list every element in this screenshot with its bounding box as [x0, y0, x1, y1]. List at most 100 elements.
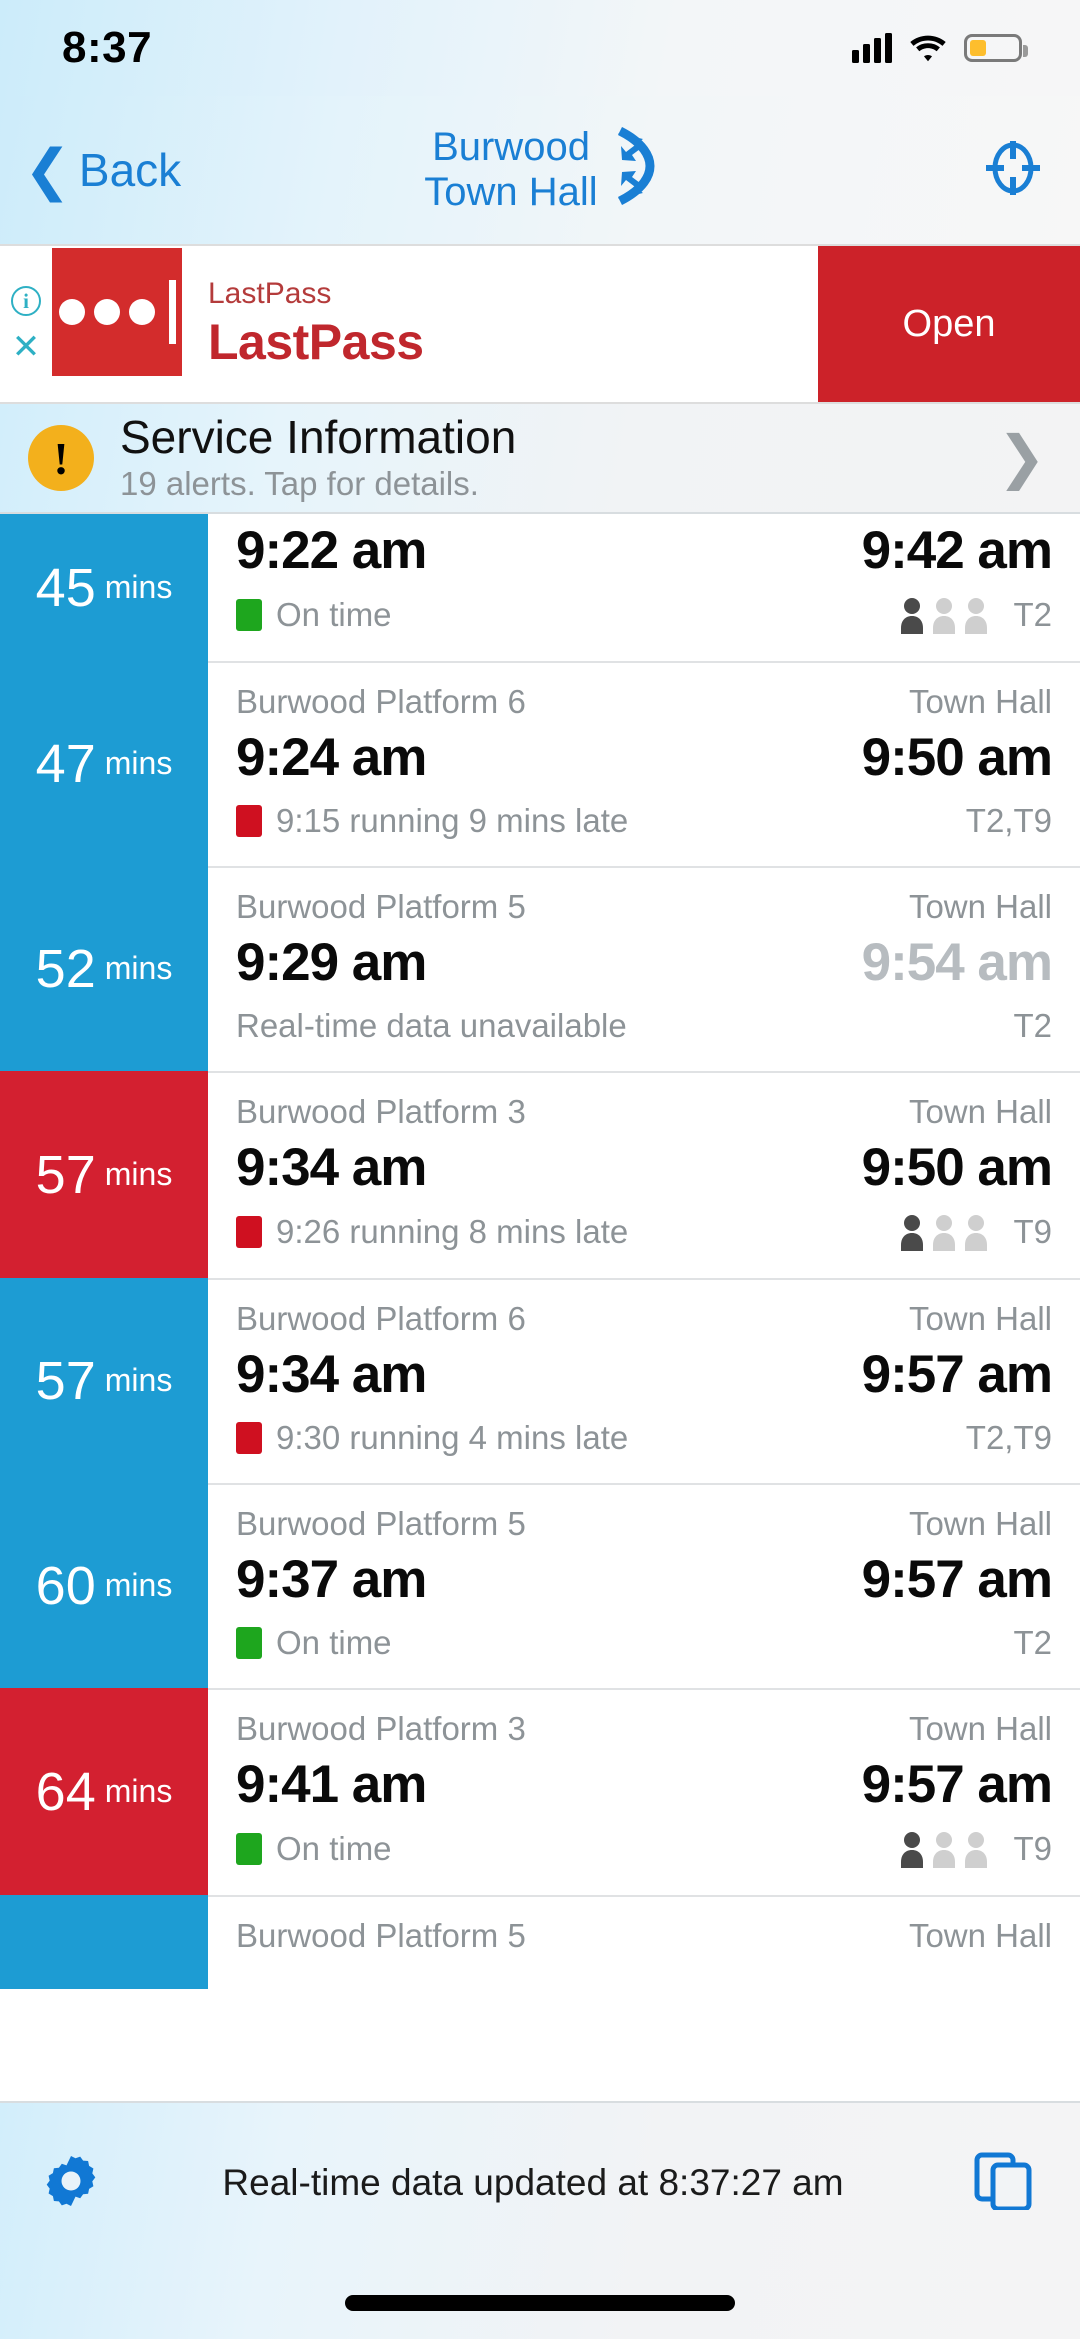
- back-button-label: Back: [78, 144, 182, 196]
- departure-time: 9:24 am: [236, 728, 427, 787]
- status-text: 9:26 running 8 mins late: [276, 1213, 629, 1250]
- countdown-unit: mins: [104, 569, 173, 605]
- duplicate-windows-icon[interactable]: [974, 2152, 1032, 2215]
- status-text-wrap: On time: [236, 1624, 392, 1662]
- departure-row[interactable]: 57 mins Burwood Platform 6 Town Hall 9:34 am…: [0, 1278, 1080, 1483]
- status-text-wrap: 9:26 running 8 mins late: [236, 1213, 628, 1251]
- status-indicator-late: [236, 1422, 262, 1454]
- back-button[interactable]: ❮ Back: [0, 137, 300, 201]
- status-text: On time: [276, 1624, 392, 1661]
- countdown-value: 52: [35, 938, 96, 999]
- countdown-unit: mins: [104, 950, 173, 986]
- time-line: 9:29 am 9:54 am: [236, 926, 1053, 993]
- lines-wrap: T2: [1013, 1624, 1052, 1662]
- origin-platform: Burwood Platform 3: [236, 1093, 526, 1130]
- countdown-badge: 60 mins: [0, 1483, 208, 1688]
- departure-row[interactable]: 60 mins Burwood Platform 5 Town Hall 9:37 am…: [0, 1483, 1080, 1688]
- lines-wrap: T2,T9: [966, 1419, 1052, 1457]
- arrival-time: 9:57 am: [861, 1345, 1053, 1404]
- departure-row[interactable]: 52 mins Burwood Platform 5 Town Hall 9:29 am…: [0, 866, 1080, 1071]
- status-line: 9:30 running 4 mins late T2,T9: [236, 1405, 1052, 1483]
- journey-title[interactable]: Burwood Town Hall: [300, 125, 780, 215]
- countdown-unit: mins: [104, 745, 173, 781]
- destination-name: Town Hall: [908, 1505, 1052, 1542]
- countdown-badge: 45 mins: [0, 514, 208, 661]
- swap-direction-icon[interactable]: [610, 126, 656, 215]
- time-line: 9:22 am 9:42 am: [236, 514, 1053, 581]
- departure-details: Burwood Platform 5 Town Hall: [208, 1895, 1080, 1989]
- departure-time: 9:34 am: [236, 1345, 427, 1404]
- time-line: 9:37 am 9:57 am: [236, 1543, 1053, 1610]
- status-bar: 8:37: [0, 0, 1080, 96]
- service-information-banner[interactable]: ! Service Information 19 alerts. Tap for…: [0, 404, 1080, 514]
- countdown-unit: mins: [104, 1567, 173, 1603]
- ad-open-button[interactable]: Open: [818, 246, 1080, 402]
- countdown-badge: 64 mins: [0, 1688, 208, 1895]
- time-line: 9:34 am 9:57 am: [236, 1338, 1053, 1405]
- departure-time: 9:41 am: [236, 1755, 427, 1814]
- departure-details: 9:22 am 9:42 am On time T2: [208, 514, 1080, 661]
- lines-wrap: T9: [900, 1829, 1052, 1869]
- occupancy-icon: [900, 595, 996, 635]
- departure-details: Burwood Platform 5 Town Hall 9:29 am 9:54 a…: [208, 866, 1080, 1071]
- countdown-badge: 57 mins: [0, 1071, 208, 1278]
- journey-title-text: Burwood Town Hall: [424, 125, 597, 215]
- status-text-wrap: On time: [236, 596, 392, 634]
- origin-platform: Burwood Platform 5: [236, 888, 526, 925]
- service-information-text: Service Information 19 alerts. Tap for d…: [94, 413, 997, 503]
- origin-platform: Burwood Platform 5: [236, 1505, 526, 1542]
- countdown-value: 47: [35, 733, 96, 794]
- countdown-value: 57: [35, 1350, 96, 1411]
- departure-row[interactable]: 47 mins Burwood Platform 6 Town Hall 9:24 am…: [0, 661, 1080, 866]
- bottom-toolbar: Real-time data updated at 8:37:27 am: [0, 2101, 1080, 2339]
- origin-platform: Burwood Platform 5: [236, 1917, 526, 1954]
- stop-line: Burwood Platform 6 Town Hall: [236, 1278, 1052, 1338]
- departures-list[interactable]: 45 mins 9:22 am 9:42 am On time T2 47 mins Burw…: [0, 514, 1080, 2101]
- status-indicator-on-time: [236, 599, 262, 631]
- departure-details: Burwood Platform 5 Town Hall 9:37 am 9:57 a…: [208, 1483, 1080, 1688]
- lines-wrap: T2: [900, 595, 1052, 635]
- stop-line: Burwood Platform 3 Town Hall: [236, 1071, 1052, 1131]
- train-lines: T2: [1013, 596, 1052, 633]
- status-bar-indicators: [852, 33, 1028, 63]
- ad-banner-text: LastPass LastPass: [182, 246, 818, 402]
- train-lines: T2: [1013, 1007, 1052, 1044]
- departure-details: Burwood Platform 3 Town Hall 9:41 am 9:57 a…: [208, 1688, 1080, 1895]
- train-lines: T9: [1013, 1213, 1052, 1250]
- time-line: 9:34 am 9:50 am: [236, 1131, 1053, 1198]
- status-indicator-late: [236, 805, 262, 837]
- info-circle-icon[interactable]: i: [11, 286, 41, 317]
- status-indicator-on-time: [236, 1833, 262, 1865]
- status-text: Real-time data unavailable: [236, 1007, 627, 1044]
- arrival-time: 9:50 am: [861, 1138, 1053, 1197]
- status-text: On time: [276, 1830, 392, 1867]
- warning-exclamation-icon: !: [28, 425, 94, 491]
- departure-row[interactable]: Burwood Platform 5 Town Hall: [0, 1895, 1080, 1989]
- countdown-unit: mins: [104, 1773, 173, 1809]
- lines-wrap: T9: [900, 1212, 1052, 1252]
- status-line: On time T2: [236, 1610, 1052, 1688]
- countdown-value: 60: [35, 1555, 96, 1616]
- status-line: 9:26 running 8 mins late T9: [236, 1198, 1052, 1278]
- journey-origin: Burwood: [432, 125, 590, 170]
- ad-banner[interactable]: i ✕ LastPass LastPass Open: [0, 244, 1080, 404]
- status-indicator-on-time: [236, 1627, 262, 1659]
- status-bar-clock: 8:37: [62, 23, 153, 72]
- close-x-icon[interactable]: ✕: [12, 330, 41, 364]
- arrival-time: 9:57 am: [861, 1755, 1053, 1814]
- status-line: Real-time data unavailable T2: [236, 993, 1052, 1071]
- departure-row[interactable]: 45 mins 9:22 am 9:42 am On time T2: [0, 514, 1080, 661]
- ad-advertiser-name: LastPass: [208, 277, 332, 310]
- status-text-wrap: 9:30 running 4 mins late: [236, 1419, 628, 1457]
- departure-row[interactable]: 57 mins Burwood Platform 3 Town Hall 9:34 am…: [0, 1071, 1080, 1278]
- destination-name: Town Hall: [908, 1710, 1052, 1747]
- arrival-time: 9:54 am: [861, 933, 1053, 992]
- time-line: 9:24 am 9:50 am: [236, 721, 1053, 788]
- departure-row[interactable]: 64 mins Burwood Platform 3 Town Hall 9:41 am…: [0, 1688, 1080, 1895]
- chevron-left-icon: ❮: [24, 137, 71, 201]
- departure-time: 9:22 am: [236, 521, 427, 580]
- locate-button[interactable]: [780, 139, 1080, 202]
- status-text-wrap: On time: [236, 1830, 392, 1868]
- arrival-time: 9:42 am: [861, 521, 1053, 580]
- status-text-wrap: 9:15 running 9 mins late: [236, 802, 628, 840]
